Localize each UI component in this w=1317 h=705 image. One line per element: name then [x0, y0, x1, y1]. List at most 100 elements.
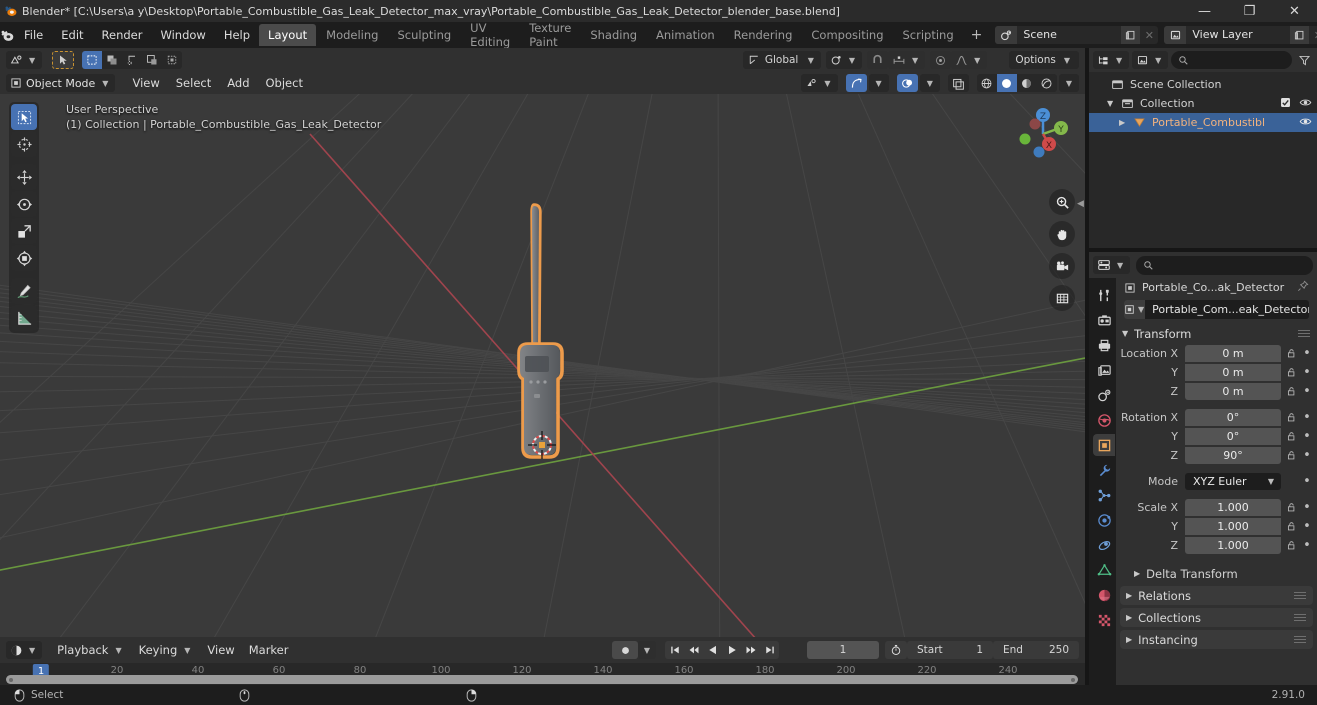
transform-tool-button[interactable]	[11, 245, 37, 271]
proportional-edit-icon[interactable]	[930, 51, 952, 69]
viewport-menu-add[interactable]: Add	[220, 74, 256, 92]
scene-name[interactable]: Scene	[1017, 26, 1122, 44]
location-x-field[interactable]: 0 m	[1185, 344, 1281, 362]
view-layer-name[interactable]: View Layer	[1186, 26, 1291, 44]
tweak-tool-button[interactable]	[11, 104, 37, 130]
view-layer-icon[interactable]	[1164, 26, 1187, 44]
output-tab[interactable]	[1093, 334, 1115, 356]
timeline-editor-icon[interactable]: ▼	[6, 641, 43, 659]
object-tab[interactable]	[1093, 434, 1115, 456]
object-name-field[interactable]: ▼ Portable_Com...eak_Detector	[1124, 300, 1309, 319]
outliner-editor-type-icon[interactable]: ▼	[1093, 51, 1130, 69]
properties-search-input[interactable]	[1136, 255, 1313, 275]
timeline-menu-playback[interactable]: Playback ▼	[50, 641, 131, 659]
lock-icon[interactable]	[1284, 521, 1298, 532]
tweak-mode-button[interactable]	[52, 51, 75, 69]
transform-orientation-dropdown[interactable]: Global ▼	[742, 51, 821, 69]
outliner-search-input[interactable]	[1171, 51, 1292, 69]
snap-magnet-icon[interactable]	[867, 51, 889, 69]
workspace-tab-modeling[interactable]: Modeling	[317, 24, 387, 46]
prev-keyframe-icon[interactable]	[684, 641, 703, 659]
cursor-tool-button[interactable]	[11, 131, 37, 157]
rotation-x-field[interactable]: 0°	[1185, 408, 1281, 426]
visibility-dropdown[interactable]: ▼	[801, 74, 838, 92]
select-lasso-icon[interactable]	[122, 51, 142, 69]
auto-keying-dropdown[interactable]: ▼	[638, 641, 656, 659]
pivot-point-dropdown[interactable]: ▼	[825, 51, 863, 69]
outliner-display-mode-icon[interactable]: ▼	[1132, 51, 1169, 69]
solid-shading-icon[interactable]	[996, 74, 1017, 92]
jump-start-icon[interactable]	[665, 641, 684, 659]
overlays-dropdown[interactable]: ▼	[919, 74, 940, 92]
transform-panel-header[interactable]: ▼ Transform	[1116, 324, 1317, 343]
animate-property-dot[interactable]: •	[1301, 448, 1313, 463]
move-tool-button[interactable]	[11, 164, 37, 190]
menu-edit[interactable]: Edit	[52, 25, 92, 45]
workspace-tab-scripting[interactable]: Scripting	[894, 24, 963, 46]
lock-icon[interactable]	[1284, 412, 1298, 423]
minimize-button[interactable]: —	[1182, 0, 1227, 22]
frame-end-field[interactable]: End 250	[993, 641, 1079, 659]
world-tab[interactable]	[1093, 409, 1115, 431]
instancing-panel-header[interactable]: ▶ Instancing	[1120, 630, 1313, 649]
scale-z-field[interactable]: 1.000	[1185, 536, 1281, 554]
gizmo-toggle-button[interactable]	[845, 74, 867, 92]
animate-property-dot[interactable]: •	[1301, 346, 1313, 361]
workspace-tab-animation[interactable]: Animation	[647, 24, 724, 46]
zoom-icon[interactable]	[1049, 189, 1075, 215]
gizmo-dropdown[interactable]: ▼	[868, 74, 889, 92]
proportional-falloff-icon[interactable]: ▼	[951, 51, 988, 69]
sidebar-toggle-arrow[interactable]: ◀	[1077, 199, 1085, 215]
select-circle-icon[interactable]	[142, 51, 162, 69]
material-tab[interactable]	[1093, 584, 1115, 606]
object-data-icon[interactable]: ▼	[1124, 300, 1146, 319]
workspace-tab-rendering[interactable]: Rendering	[725, 24, 802, 46]
funnel-icon[interactable]	[1295, 54, 1313, 67]
animate-property-dot[interactable]: •	[1301, 410, 1313, 425]
measure-tool-button[interactable]	[11, 305, 37, 331]
lock-icon[interactable]	[1284, 502, 1298, 513]
workspace-tab-shading[interactable]: Shading	[581, 24, 646, 46]
animate-property-dot[interactable]: •	[1301, 384, 1313, 399]
shading-dropdown[interactable]: ▼	[1058, 74, 1079, 92]
select-extend-icon[interactable]	[162, 51, 182, 69]
next-keyframe-icon[interactable]	[741, 641, 760, 659]
pan-hand-icon[interactable]	[1049, 221, 1075, 247]
collection-checkbox[interactable]	[1280, 97, 1291, 111]
navigation-gizmo[interactable]: Z Y X	[1011, 102, 1075, 166]
collections-panel-header[interactable]: ▶ Collections	[1120, 608, 1313, 627]
editor-splitter-vertical[interactable]	[1085, 48, 1089, 685]
3d-viewport[interactable]: User Perspective (1) Collection | Portab…	[0, 94, 1085, 637]
eye-icon[interactable]	[1299, 115, 1312, 131]
scale-tool-button[interactable]	[11, 218, 37, 244]
scene-data-icon[interactable]	[995, 26, 1018, 44]
play-reverse-icon[interactable]	[703, 641, 722, 659]
snap-settings-icon[interactable]: ▼	[888, 51, 926, 69]
timeline-menu-view[interactable]: View	[200, 641, 241, 659]
viewport-menu-select[interactable]: Select	[169, 74, 218, 92]
animate-property-dot[interactable]: •	[1301, 500, 1313, 515]
maximize-button[interactable]: ❐	[1227, 0, 1272, 22]
disclosure-triangle-icon[interactable]: ▶	[1119, 118, 1133, 127]
properties-panel[interactable]: Portable_Co...ak_Detector ▼ Portable_Com…	[1116, 278, 1317, 690]
scene-tab[interactable]	[1093, 384, 1115, 406]
lock-icon[interactable]	[1284, 450, 1298, 461]
xray-toggle-button[interactable]	[947, 74, 969, 92]
frame-start-field[interactable]: Start 1	[907, 641, 993, 659]
properties-editor-type-icon[interactable]: ▼	[1093, 256, 1131, 274]
animate-property-dot[interactable]: •	[1301, 538, 1313, 553]
menu-render[interactable]: Render	[93, 25, 152, 45]
animate-property-dot[interactable]: •	[1301, 519, 1313, 534]
select-box-icon[interactable]	[82, 51, 103, 69]
timeline-menu-marker[interactable]: Marker	[242, 641, 296, 659]
location-z-field[interactable]: 0 m	[1185, 382, 1281, 400]
tool-tab[interactable]	[1093, 284, 1115, 306]
view-layer-tab[interactable]	[1093, 359, 1115, 381]
scale-y-field[interactable]: 1.000	[1185, 517, 1281, 535]
add-workspace-button[interactable]: +	[964, 27, 990, 43]
rotation-y-field[interactable]: 0°	[1185, 427, 1281, 445]
workspace-tab-layout[interactable]: Layout	[259, 24, 317, 46]
outliner-tree[interactable]: Scene Collection ▼ Collection ▶ Portable…	[1089, 72, 1317, 248]
close-button[interactable]: ✕	[1272, 0, 1317, 22]
animate-property-dot[interactable]: •	[1301, 365, 1313, 380]
